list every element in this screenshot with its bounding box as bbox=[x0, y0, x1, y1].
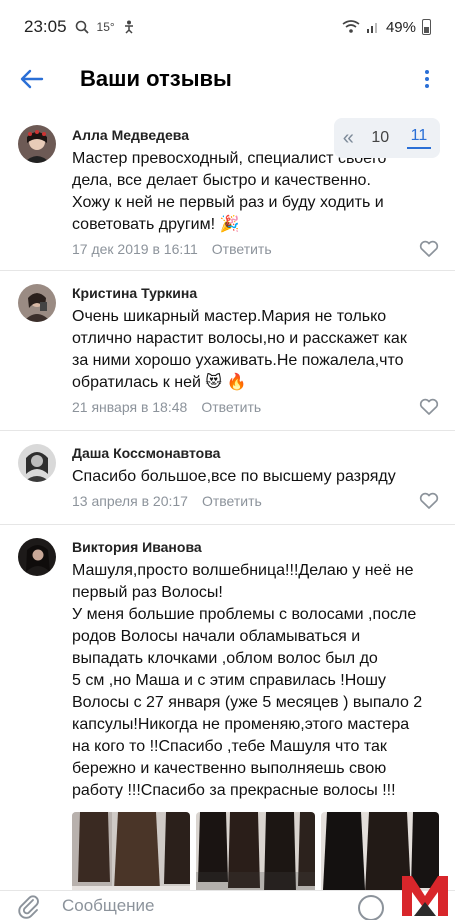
avatar[interactable] bbox=[18, 538, 56, 576]
review-item: Виктория Иванова Машуля,просто волшебниц… bbox=[0, 525, 455, 914]
wifi-icon bbox=[342, 20, 360, 33]
review-text: Очень шикарный мастер.Мария не только от… bbox=[72, 308, 407, 391]
reply-button[interactable]: Ответить bbox=[202, 493, 262, 509]
review-date: 13 апреля в 20:17 bbox=[72, 493, 188, 509]
brand-logo bbox=[402, 876, 448, 916]
page-11[interactable]: 11 bbox=[406, 127, 432, 149]
review-author[interactable]: Даша Коссмонавтова bbox=[72, 444, 439, 462]
page-title: Ваши отзывы bbox=[80, 66, 232, 91]
review-author[interactable]: Виктория Иванова bbox=[72, 538, 439, 556]
hair-photo[interactable] bbox=[196, 812, 315, 900]
reply-button[interactable]: Ответить bbox=[201, 399, 261, 415]
reply-button[interactable]: Ответить bbox=[212, 241, 272, 257]
battery-percent: 49% bbox=[385, 18, 416, 36]
paperclip-icon[interactable] bbox=[16, 893, 42, 919]
review-text: Спасибо большое,все по высшему разряду bbox=[72, 468, 396, 485]
review-date: 21 января в 18:48 bbox=[72, 399, 188, 415]
hair-photo[interactable] bbox=[72, 812, 191, 900]
arrow-left-icon bbox=[20, 69, 44, 89]
app-bar: Ваши отзывы bbox=[0, 54, 455, 104]
emoji-icon[interactable] bbox=[358, 895, 384, 920]
signal-icon bbox=[366, 23, 377, 33]
avatar[interactable] bbox=[18, 284, 56, 322]
back-button[interactable] bbox=[18, 65, 46, 93]
review-item: Кристина Туркина Очень шикарный мастер.М… bbox=[0, 271, 455, 431]
heart-icon[interactable] bbox=[419, 398, 439, 416]
review-author[interactable]: Кристина Туркина bbox=[72, 284, 439, 302]
reviews-list: Алла Медведева Мастер превосходный, спец… bbox=[0, 112, 455, 914]
avatar[interactable] bbox=[18, 444, 56, 482]
review-photos bbox=[72, 812, 439, 900]
temperature: 15° bbox=[96, 20, 115, 34]
review-text: Мастер превосходный, специалист своего д… bbox=[72, 150, 387, 233]
heart-icon[interactable] bbox=[419, 240, 439, 258]
review-date: 17 дек 2019 в 16:11 bbox=[72, 241, 198, 257]
review-text: Машуля,просто волшебница!!!Делаю у неё н… bbox=[72, 562, 423, 799]
page-switcher: « 10 11 bbox=[334, 118, 440, 158]
message-input[interactable]: Сообщение bbox=[62, 896, 155, 916]
clock: 23:05 bbox=[24, 17, 67, 36]
battery-icon bbox=[422, 19, 431, 35]
avatar[interactable] bbox=[18, 125, 56, 163]
double-chevron-left-icon[interactable]: « bbox=[343, 127, 354, 150]
heart-icon[interactable] bbox=[419, 492, 439, 510]
message-input-bar: Сообщение bbox=[0, 890, 455, 920]
accessibility-icon bbox=[124, 20, 133, 34]
status-bar: 23:05 15° 49% bbox=[0, 0, 455, 54]
review-item: Даша Коссмонавтова Спасибо большое,все п… bbox=[0, 431, 455, 525]
search-icon bbox=[75, 20, 89, 34]
page-10[interactable]: 10 bbox=[371, 129, 389, 147]
more-vertical-icon[interactable] bbox=[415, 64, 439, 94]
